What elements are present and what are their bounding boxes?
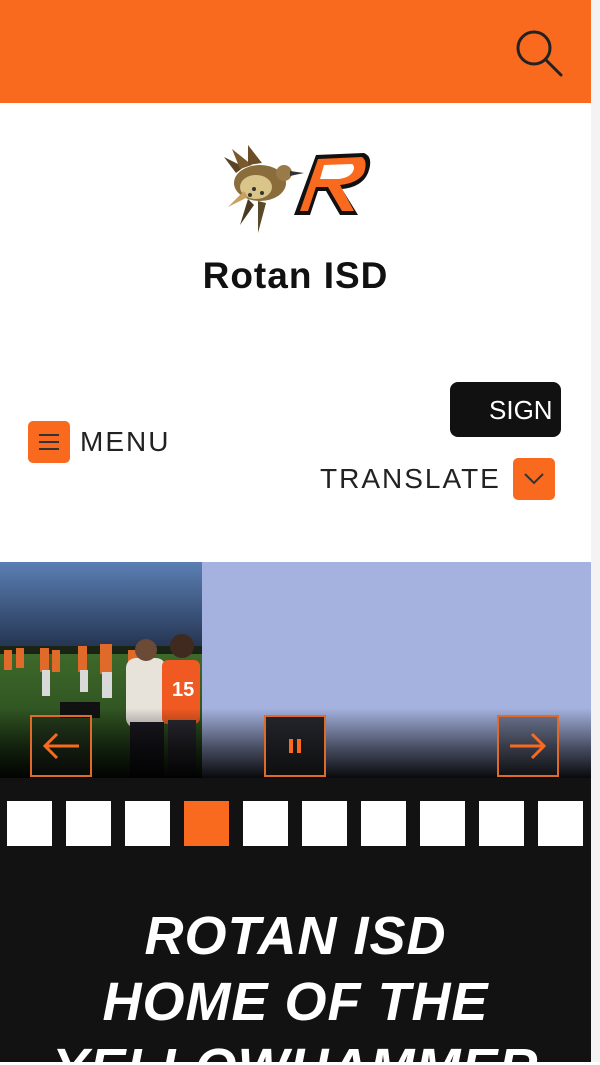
menu-button[interactable]: MENU [28,419,170,465]
menu-icon-box [28,421,70,463]
previous-slide-button[interactable] [30,715,92,777]
slide-indicator-dot[interactable] [66,801,111,846]
sign-in-label: SIGN IN [489,395,561,425]
headline-line: ROTAN ISD [144,906,447,966]
bird-r-logo [224,145,371,233]
slide-indicator-dot[interactable] [479,801,524,846]
headline-line: HOME OF THE [102,972,489,1032]
slide-indicator-dot[interactable] [243,801,288,846]
district-logo[interactable] [218,143,374,239]
translate-toggle[interactable] [512,458,555,500]
search-icon [516,30,563,77]
slide-indicator-dot[interactable] [184,801,229,846]
yellowhammer-bird-icon [224,145,304,233]
pause-icon [289,739,301,753]
search-button[interactable] [512,26,566,80]
slide-indicator-dot[interactable] [420,801,465,846]
page: Rotan ISD MENU SIGN IN TRANSLATE [0,0,600,1065]
pause-slideshow-button[interactable] [264,715,326,777]
site-title: Rotan ISD [202,255,389,296]
next-slide-button[interactable] [497,715,559,777]
site-header: Rotan ISD MENU SIGN IN TRANSLATE [0,103,591,563]
slide-indicator-dot[interactable] [361,801,406,846]
headline-line: YELLOWHAMMER [0,1035,591,1065]
r-letter-logo [294,153,371,215]
arrow-right-icon [510,732,547,760]
page-scrollbar-gutter [591,0,600,1065]
svg-text:15: 15 [172,679,194,701]
slide-indicator-dot[interactable] [7,801,52,846]
menu-label: MENU [80,426,171,457]
translate-dropdown[interactable]: TRANSLATE [320,458,555,500]
photo-slideshow: 15 [0,562,591,778]
top-bar [0,0,591,103]
chevron-down-icon [524,473,544,485]
slide-indicator-dot[interactable] [302,801,347,846]
hamburger-icon [39,434,59,450]
arrow-left-icon [42,732,79,760]
banner-headline: ROTAN ISD HOME OF THE YELLOWHAMMER [0,903,591,1065]
slide-indicator-band: ROTAN ISD HOME OF THE YELLOWHAMMER [0,778,591,1065]
sign-in-button[interactable]: SIGN IN [450,382,561,437]
translate-label: TRANSLATE [320,463,501,494]
slide-indicator-dot[interactable] [538,801,583,846]
slide-indicator-dot[interactable] [125,801,170,846]
